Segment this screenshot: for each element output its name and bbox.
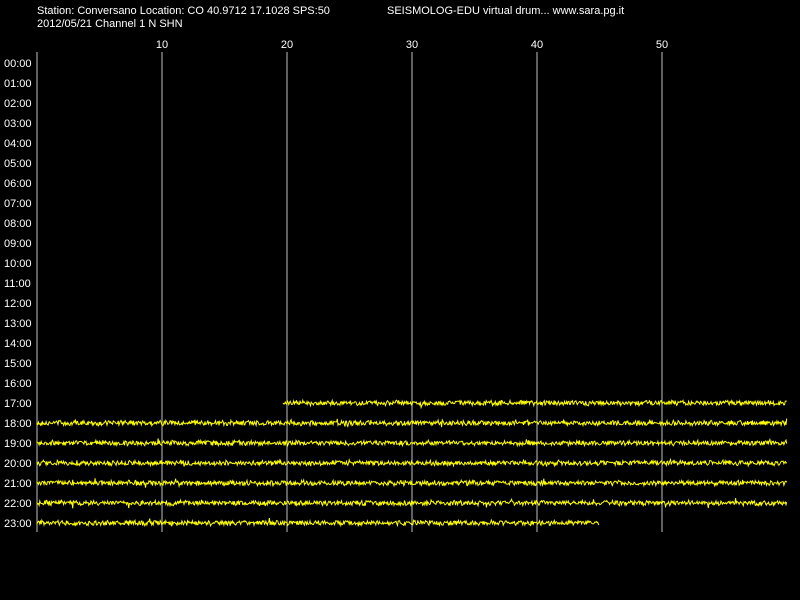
y-tick-label: 00:00 [4, 58, 32, 70]
y-tick-label: 20:00 [4, 458, 32, 470]
y-tick-label: 01:00 [4, 78, 32, 90]
y-tick-label: 07:00 [4, 198, 32, 210]
y-tick-label: 03:00 [4, 118, 32, 130]
seismogram-drum-chart: 10 20 30 40 50 00:00 01:00 02:00 03:00 04:00 05:0… [4, 39, 788, 532]
y-tick-label: 11:00 [4, 278, 31, 290]
y-tick-label: 17:00 [4, 398, 32, 410]
y-tick-label: 22:00 [4, 498, 32, 510]
y-tick-label: 16:00 [4, 378, 32, 390]
y-tick-label: 12:00 [4, 298, 32, 310]
trace-1700 [282, 398, 787, 410]
y-tick-label: 14:00 [4, 338, 32, 350]
x-tick-label: 50 [656, 39, 668, 51]
y-tick-label: 13:00 [4, 318, 32, 330]
y-tick-label: 02:00 [4, 98, 32, 110]
y-tick-label: 19:00 [4, 438, 32, 450]
x-tick-label: 20 [281, 39, 293, 51]
y-tick-label: 09:00 [4, 238, 32, 250]
x-tick-label: 30 [406, 39, 418, 51]
y-tick-label: 21:00 [4, 478, 32, 490]
trace-2300 [36, 517, 600, 528]
x-tick-label: 40 [531, 39, 543, 51]
y-tick-label: 06:00 [4, 178, 32, 190]
y-tick-label: 10:00 [4, 258, 32, 270]
y-tick-label: 08:00 [4, 218, 32, 230]
x-tick-label: 10 [156, 39, 168, 51]
y-tick-label: 04:00 [4, 138, 32, 150]
y-tick-label: 18:00 [4, 418, 32, 430]
y-tick-label: 15:00 [4, 358, 32, 370]
y-tick-label: 23:00 [4, 518, 32, 530]
y-tick-label: 05:00 [4, 158, 32, 170]
